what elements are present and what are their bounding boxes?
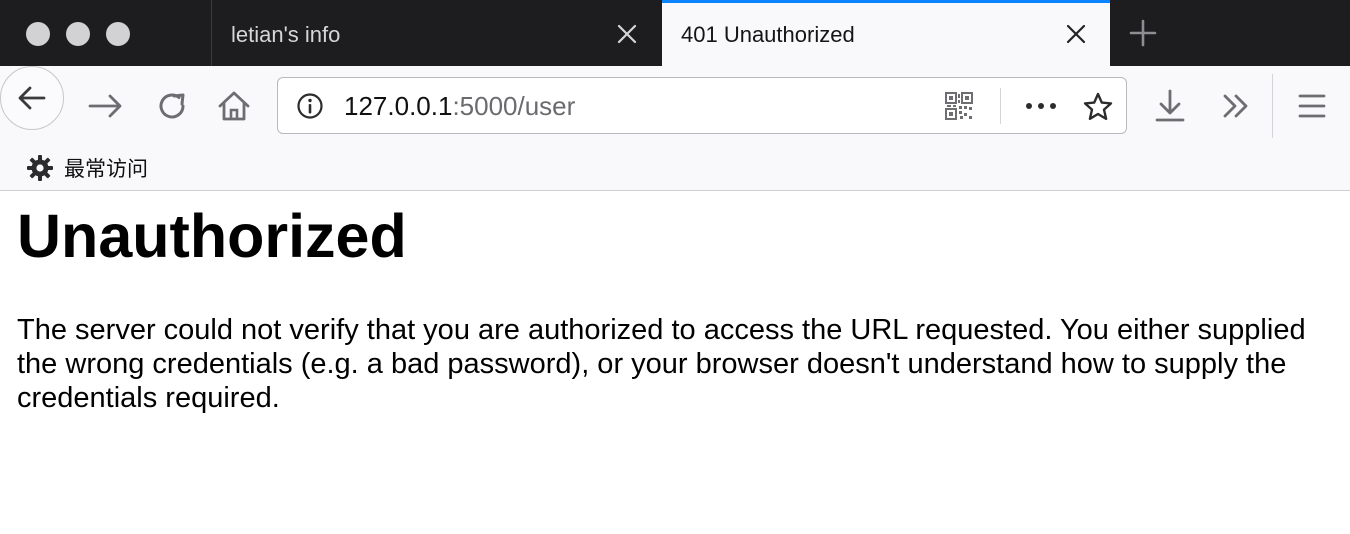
arrow-left-icon bbox=[18, 86, 46, 110]
back-button[interactable] bbox=[0, 66, 64, 130]
forward-button[interactable] bbox=[86, 86, 126, 126]
address-bar-divider bbox=[1000, 88, 1001, 124]
tab-letians-info[interactable]: letian's info bbox=[211, 0, 661, 66]
close-icon[interactable] bbox=[615, 22, 639, 46]
url-path: :5000/user bbox=[452, 91, 576, 121]
new-tab-button[interactable] bbox=[1128, 18, 1158, 48]
navigation-toolbar: 127.0.0.1:5000/user bbox=[0, 66, 1350, 146]
toolbar-overflow-button[interactable] bbox=[1216, 86, 1256, 126]
window-minimize-control[interactable] bbox=[66, 22, 90, 46]
browser-window: letian's info 401 Unauthorized 127.0.0.1… bbox=[0, 0, 1350, 534]
error-message: The server could not verify that you are… bbox=[17, 314, 1306, 414]
window-zoom-control[interactable] bbox=[106, 22, 130, 46]
toolbar-divider bbox=[1272, 74, 1273, 138]
bookmark-label: 最常访问 bbox=[64, 157, 148, 181]
window-close-control[interactable] bbox=[26, 22, 50, 46]
tab-title: 401 Unauthorized bbox=[681, 22, 855, 47]
more-actions-icon[interactable] bbox=[1024, 92, 1058, 125]
close-icon[interactable] bbox=[1064, 22, 1088, 46]
plus-icon bbox=[1129, 19, 1157, 47]
download-icon bbox=[1155, 89, 1185, 122]
tab-strip: letian's info 401 Unauthorized bbox=[0, 0, 1350, 66]
downloads-button[interactable] bbox=[1152, 86, 1192, 126]
bookmark-star-icon[interactable] bbox=[1082, 91, 1114, 128]
hamburger-menu-icon bbox=[1298, 94, 1326, 118]
info-icon[interactable] bbox=[296, 92, 324, 125]
reload-button[interactable] bbox=[152, 86, 192, 126]
tab-title: letian's info bbox=[231, 22, 341, 47]
page-content: Unauthorized The server could not verify… bbox=[0, 191, 1350, 534]
reload-icon bbox=[159, 93, 185, 119]
address-bar[interactable]: 127.0.0.1:5000/user bbox=[277, 77, 1127, 134]
tab-401-unauthorized[interactable]: 401 Unauthorized bbox=[662, 0, 1110, 66]
url-text[interactable]: 127.0.0.1:5000/user bbox=[344, 91, 575, 121]
qr-code-icon[interactable] bbox=[945, 92, 973, 125]
double-chevron-right-icon bbox=[1223, 94, 1248, 118]
home-button[interactable] bbox=[214, 86, 254, 126]
bookmarks-toolbar: 最常访问 bbox=[0, 146, 1350, 191]
home-icon bbox=[218, 91, 250, 121]
page-title: Unauthorized bbox=[17, 202, 407, 270]
arrow-right-icon bbox=[88, 94, 122, 118]
gear-icon bbox=[26, 154, 54, 187]
url-host: 127.0.0.1 bbox=[344, 91, 453, 121]
main-menu-button[interactable] bbox=[1294, 86, 1334, 126]
